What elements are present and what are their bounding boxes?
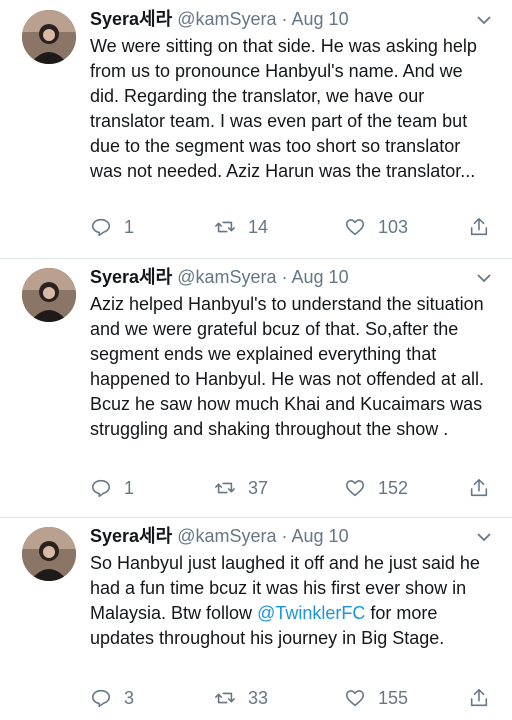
- tweet-actions: 3 33 155: [90, 685, 500, 711]
- handle[interactable]: @kamSyera: [177, 9, 276, 29]
- reply-button[interactable]: 3: [90, 685, 134, 711]
- tweet-header: Syera세라 @kamSyera · Aug 10: [90, 6, 490, 32]
- reply-count: 1: [124, 477, 135, 498]
- separator: ·: [281, 267, 288, 287]
- tweet-header: Syera세라 @kamSyera · Aug 10: [90, 523, 490, 549]
- like-count: 103: [378, 216, 409, 237]
- avatar[interactable]: [22, 10, 76, 64]
- tweet[interactable]: Syera세라 @kamSyera · Aug 10 So Hanbyul ju…: [0, 517, 512, 720]
- tweet[interactable]: Syera세라 @kamSyera · Aug 10 We were sitti…: [0, 0, 512, 258]
- tweet-text: Aziz helped Hanbyul's to understand the …: [90, 294, 484, 439]
- heart-icon: [345, 480, 365, 497]
- tweet-text: We were sitting on that side. He was ask…: [90, 36, 477, 181]
- like-button[interactable]: 152: [344, 475, 408, 501]
- retweet-button[interactable]: 37: [214, 475, 268, 501]
- chevron-down-icon[interactable]: [474, 268, 494, 288]
- reply-count: 3: [124, 687, 135, 708]
- separator: ·: [281, 9, 288, 29]
- handle[interactable]: @kamSyera: [177, 267, 276, 287]
- chevron-down-icon[interactable]: [474, 527, 494, 547]
- share-button[interactable]: [468, 475, 490, 501]
- like-button[interactable]: 103: [344, 214, 408, 240]
- tweet-date[interactable]: Aug 10: [292, 9, 349, 29]
- share-icon: [470, 688, 488, 707]
- share-button[interactable]: [468, 685, 490, 711]
- display-name[interactable]: Syera세라: [90, 526, 172, 546]
- share-button[interactable]: [468, 214, 490, 240]
- tweet-actions: 1 14 103: [90, 214, 500, 240]
- mention-link[interactable]: @TwinklerFC: [257, 603, 365, 623]
- retweet-button[interactable]: 14: [214, 214, 268, 240]
- like-button[interactable]: 155: [344, 685, 408, 711]
- heart-icon: [345, 219, 365, 236]
- tweet-header: Syera세라 @kamSyera · Aug 10: [90, 264, 490, 290]
- tweet[interactable]: Syera세라 @kamSyera · Aug 10 Aziz helped H…: [0, 258, 512, 517]
- retweet-icon: [215, 482, 235, 494]
- retweet-count: 14: [248, 216, 269, 237]
- share-icon: [470, 478, 488, 497]
- reply-button[interactable]: 1: [90, 475, 134, 501]
- tweet-date[interactable]: Aug 10: [292, 267, 349, 287]
- handle[interactable]: @kamSyera: [177, 526, 276, 546]
- avatar[interactable]: [22, 527, 76, 581]
- reply-count: 1: [124, 216, 135, 237]
- retweet-icon: [215, 221, 235, 233]
- reply-icon: [91, 479, 111, 498]
- tweet-date[interactable]: Aug 10: [292, 526, 349, 546]
- like-count: 152: [378, 477, 409, 498]
- separator: ·: [281, 526, 288, 546]
- retweet-icon: [215, 692, 235, 704]
- reply-icon: [91, 218, 111, 237]
- like-count: 155: [378, 687, 409, 708]
- reply-icon: [91, 689, 111, 708]
- heart-icon: [345, 690, 365, 707]
- retweet-count: 33: [248, 687, 269, 708]
- retweet-button[interactable]: 33: [214, 685, 268, 711]
- share-icon: [470, 217, 488, 236]
- display-name[interactable]: Syera세라: [90, 267, 172, 287]
- display-name[interactable]: Syera세라: [90, 9, 172, 29]
- avatar[interactable]: [22, 268, 76, 322]
- tweet-actions: 1 37 152: [90, 475, 500, 501]
- tweet-text: So Hanbyul just laughed it off and he ju…: [90, 551, 490, 651]
- retweet-count: 37: [248, 477, 269, 498]
- reply-button[interactable]: 1: [90, 214, 134, 240]
- chevron-down-icon[interactable]: [474, 10, 494, 30]
